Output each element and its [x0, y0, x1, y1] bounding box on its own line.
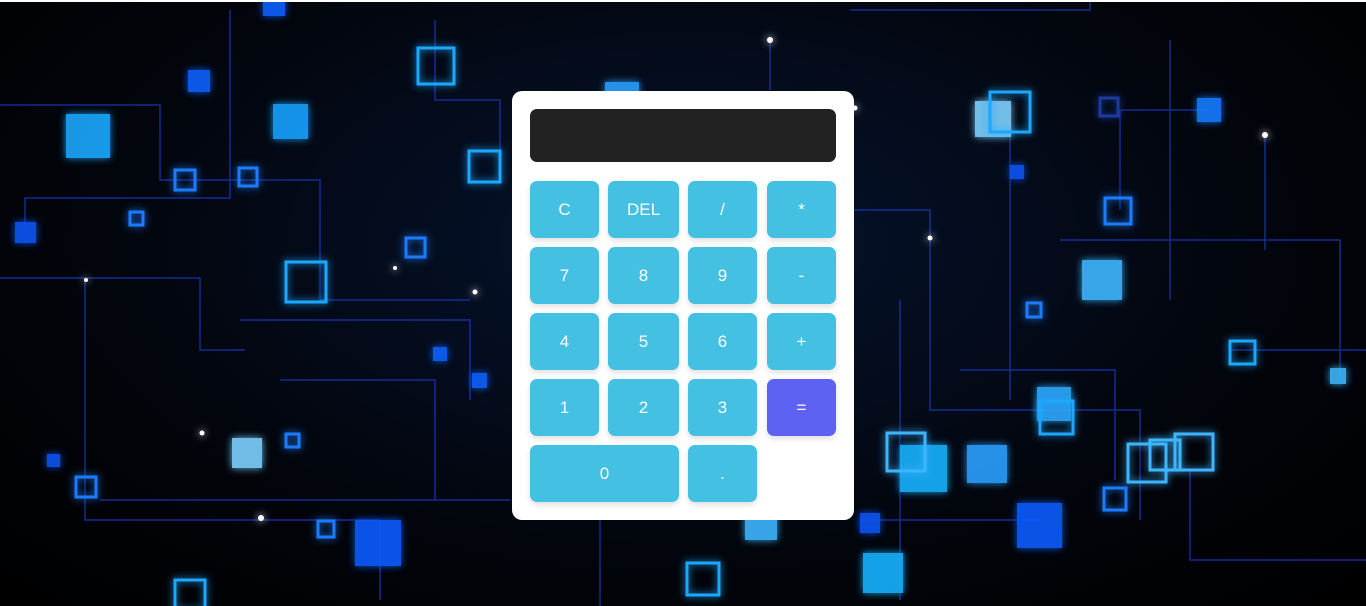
decimal-button[interactable]: . [688, 445, 757, 502]
digit-8-button[interactable]: 8 [608, 247, 679, 304]
calculator-display [530, 109, 836, 162]
digit-7-button[interactable]: 7 [530, 247, 599, 304]
minus-button[interactable]: - [767, 247, 836, 304]
plus-button[interactable]: + [767, 313, 836, 370]
equals-button[interactable]: = [767, 379, 836, 436]
divide-button[interactable]: / [688, 181, 757, 238]
digit-3-button[interactable]: 3 [688, 379, 757, 436]
digit-2-button[interactable]: 2 [608, 379, 679, 436]
digit-6-button[interactable]: 6 [688, 313, 757, 370]
digit-5-button[interactable]: 5 [608, 313, 679, 370]
top-border [0, 0, 1366, 2]
multiply-button[interactable]: * [767, 181, 836, 238]
calculator-panel: C DEL / * 7 8 9 - 4 5 6 + 1 2 3 = 0 . [512, 91, 854, 520]
clear-button[interactable]: C [530, 181, 599, 238]
digit-1-button[interactable]: 1 [530, 379, 599, 436]
delete-button[interactable]: DEL [608, 181, 679, 238]
digit-9-button[interactable]: 9 [688, 247, 757, 304]
digit-0-button[interactable]: 0 [530, 445, 679, 502]
digit-4-button[interactable]: 4 [530, 313, 599, 370]
